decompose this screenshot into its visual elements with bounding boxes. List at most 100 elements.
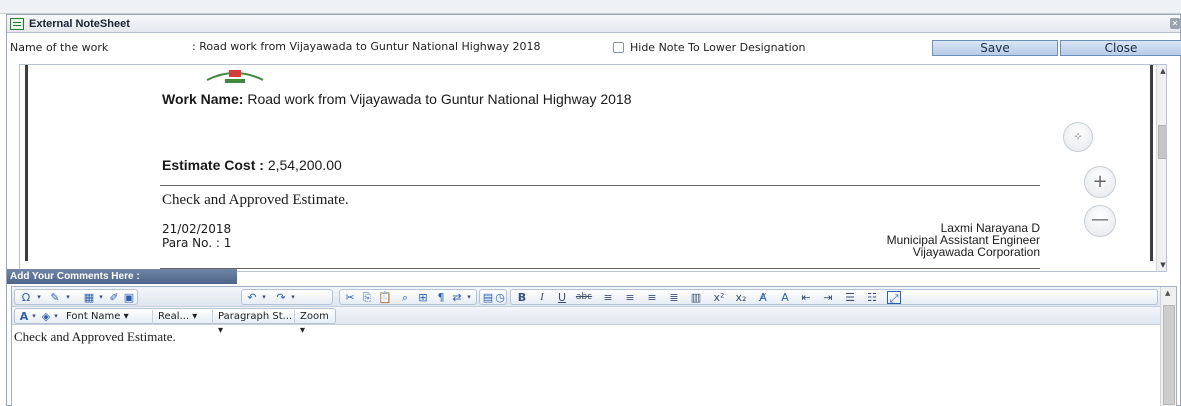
toolbar-group: ↶ ▾ ↷ ▾ (241, 289, 333, 305)
hide-note-checkbox[interactable] (613, 42, 624, 53)
paste-icon[interactable]: 📋 (378, 291, 392, 304)
close-button[interactable]: Close (1060, 40, 1181, 56)
strikethrough-icon[interactable]: abc (575, 291, 593, 304)
zoom-value: Zoom (300, 311, 329, 322)
estimate-cost-label: Estimate Cost : (162, 157, 264, 173)
chevron-down-icon[interactable]: ▾ (30, 310, 38, 323)
chevron-down-icon[interactable]: ▾ (35, 291, 43, 304)
superscript-icon[interactable]: x² (711, 291, 727, 304)
chevron-down-icon[interactable]: ▾ (64, 291, 72, 304)
underline-icon[interactable]: U (555, 291, 569, 304)
chevron-down-icon[interactable]: ▾ (97, 291, 105, 304)
toolbar-group: B I U abc ≡ ≡ ≡ ≣ ▥ x² x₂ A̸ A ⇤ ⇥ ☰ ☷ ⤢ (510, 289, 1158, 305)
estimate-cost-line: Estimate Cost : 2,54,200.00 (162, 157, 342, 173)
justify-icon[interactable]: ≣ (667, 291, 681, 304)
chevron-down-icon[interactable]: ▾ (52, 310, 60, 323)
font-name-value: Font Name (66, 311, 121, 322)
time-icon[interactable]: ◷ (494, 291, 506, 304)
comment-text[interactable]: Check and Approved Estimate. (14, 329, 176, 345)
image-icon[interactable]: ▣ (122, 291, 136, 304)
scroll-thumb[interactable] (1163, 305, 1175, 405)
estimate-cost-value: 2,54,200.00 (267, 157, 342, 173)
select-all-icon[interactable]: ⊞ (416, 291, 430, 304)
align-right-icon[interactable]: ≡ (645, 291, 659, 304)
align-left-icon[interactable]: ≡ (601, 291, 615, 304)
work-name-value: Road work from Vijayawada to Guntur Nati… (247, 91, 632, 107)
font-color-icon[interactable]: A̸ (755, 291, 771, 304)
minus-icon[interactable]: — (1084, 205, 1116, 237)
comments-editor[interactable]: Ω ▾ ✎ ▾ ▦ ▾ ✐ ▣ ↶ ▾ ↷ ▾ ✂ ⎘ 📋 ⌕ ⊞ ¶ ⇄ ▾ … (11, 286, 1177, 406)
notesheet-preview: Work Name: Road work from Vijayawada to … (19, 64, 1167, 272)
emblem-logo (206, 70, 264, 83)
editor-toolbar-row-1: Ω ▾ ✎ ▾ ▦ ▾ ✐ ▣ ↶ ▾ ↷ ▾ ✂ ⎘ 📋 ⌕ ⊞ ¶ ⇄ ▾ … (12, 287, 1160, 307)
plus-icon[interactable]: + (1084, 166, 1116, 198)
insert-icon[interactable]: ⇄ (450, 291, 464, 304)
note-text: Check and Approved Estimate. (162, 192, 349, 208)
preview-scrollbar[interactable]: ▲ ▼ (1156, 65, 1166, 271)
note-date: 21/02/2018 (162, 222, 232, 236)
find-icon[interactable]: ⌕ (398, 291, 412, 304)
signature-block: Laxmi Narayana D Municipal Assistant Eng… (800, 222, 1040, 258)
scroll-down-icon[interactable]: ▼ (1159, 261, 1166, 269)
editor-scrollbar[interactable]: ▲ (1160, 287, 1176, 406)
hide-note-label[interactable]: Hide Note To Lower Designation (630, 41, 805, 54)
preview-left-border (25, 65, 28, 261)
italic-icon[interactable]: I (535, 291, 549, 304)
highlight-icon[interactable]: A (777, 291, 793, 304)
font-size-value: Real... (158, 311, 190, 322)
save-button[interactable]: Save (932, 40, 1058, 56)
indent-icon[interactable]: ⇥ (821, 291, 835, 304)
background-window-strip (0, 0, 1181, 14)
special-char-icon[interactable]: Ω (18, 291, 34, 304)
form-icon[interactable]: ▤ (482, 291, 494, 304)
subscript-icon[interactable]: x₂ (733, 291, 749, 304)
paragraph-style-dropdown[interactable]: Paragraph St... ▾ (215, 310, 295, 336)
toolbar-group: ▤ ◷ (479, 289, 507, 305)
highlight-icon[interactable]: ◈ (40, 310, 52, 323)
clear-format-icon[interactable]: ▥ (689, 291, 703, 304)
undo-icon[interactable]: ↶ (245, 291, 259, 304)
font-name-dropdown[interactable]: Font Name ▾ (63, 310, 153, 324)
copy-icon[interactable]: ⎘ (360, 291, 374, 304)
show-formatting-icon[interactable]: ¶ (434, 291, 448, 304)
chevron-down-icon[interactable]: ▾ (289, 291, 297, 304)
edit-icon[interactable]: ✐ (107, 291, 121, 304)
fit-screen-icon[interactable]: ⊹ (1063, 122, 1093, 152)
dialog-titlebar: External NoteSheet ✕ (7, 15, 1180, 33)
align-center-icon[interactable]: ≡ (623, 291, 637, 304)
external-notesheet-dialog: External NoteSheet ✕ Name of the work : … (6, 14, 1181, 406)
font-size-dropdown[interactable]: Real... ▾ (155, 310, 213, 324)
work-name-line: Work Name: Road work from Vijayawada to … (162, 91, 632, 107)
divider (160, 185, 1040, 186)
editor-toolbar-row-2: A ▾ ◈ ▾ Font Name ▾ Real... ▾ Paragraph … (12, 307, 1160, 336)
close-icon[interactable]: ✕ (1170, 18, 1180, 29)
zoom-dropdown[interactable]: Zoom ▾ (297, 310, 335, 336)
para-number: Para No. : 1 (162, 236, 232, 250)
outdent-icon[interactable]: ⇤ (799, 291, 813, 304)
scroll-thumb[interactable] (1158, 125, 1166, 159)
cut-icon[interactable]: ✂ (343, 291, 357, 304)
dialog-title: External NoteSheet (29, 18, 130, 30)
font-color-icon[interactable]: A (18, 310, 30, 323)
format-icon[interactable]: ✎ (47, 291, 63, 304)
ordered-list-icon[interactable]: ☰ (843, 291, 857, 304)
notesheet-icon (10, 18, 24, 30)
table-icon[interactable]: ▦ (81, 291, 97, 304)
bullet-list-icon[interactable]: ☷ (865, 291, 879, 304)
scroll-up-icon[interactable]: ▲ (1165, 289, 1170, 297)
toolbar-group: Ω ▾ ✎ ▾ ▦ ▾ ✐ ▣ (14, 289, 138, 305)
comments-header: Add Your Comments Here : (7, 269, 237, 284)
signatory-office: Vijayawada Corporation (912, 245, 1040, 259)
work-name-label: Work Name: (162, 91, 244, 107)
fullscreen-icon[interactable]: ⤢ (887, 291, 901, 305)
divider (160, 268, 1040, 269)
toolbar-group: A ▾ ◈ ▾ Font Name ▾ Real... ▾ Paragraph … (14, 308, 336, 336)
redo-icon[interactable]: ↷ (274, 291, 288, 304)
name-of-work-value: : Road work from Vijayawada to Guntur Na… (192, 40, 541, 53)
chevron-down-icon[interactable]: ▾ (260, 291, 268, 304)
bold-icon[interactable]: B (515, 291, 529, 304)
preview-right-border (1150, 65, 1153, 261)
paragraph-style-value: Paragraph St... (218, 311, 293, 322)
scroll-up-icon[interactable]: ▲ (1159, 67, 1166, 75)
chevron-down-icon[interactable]: ▾ (465, 291, 473, 304)
